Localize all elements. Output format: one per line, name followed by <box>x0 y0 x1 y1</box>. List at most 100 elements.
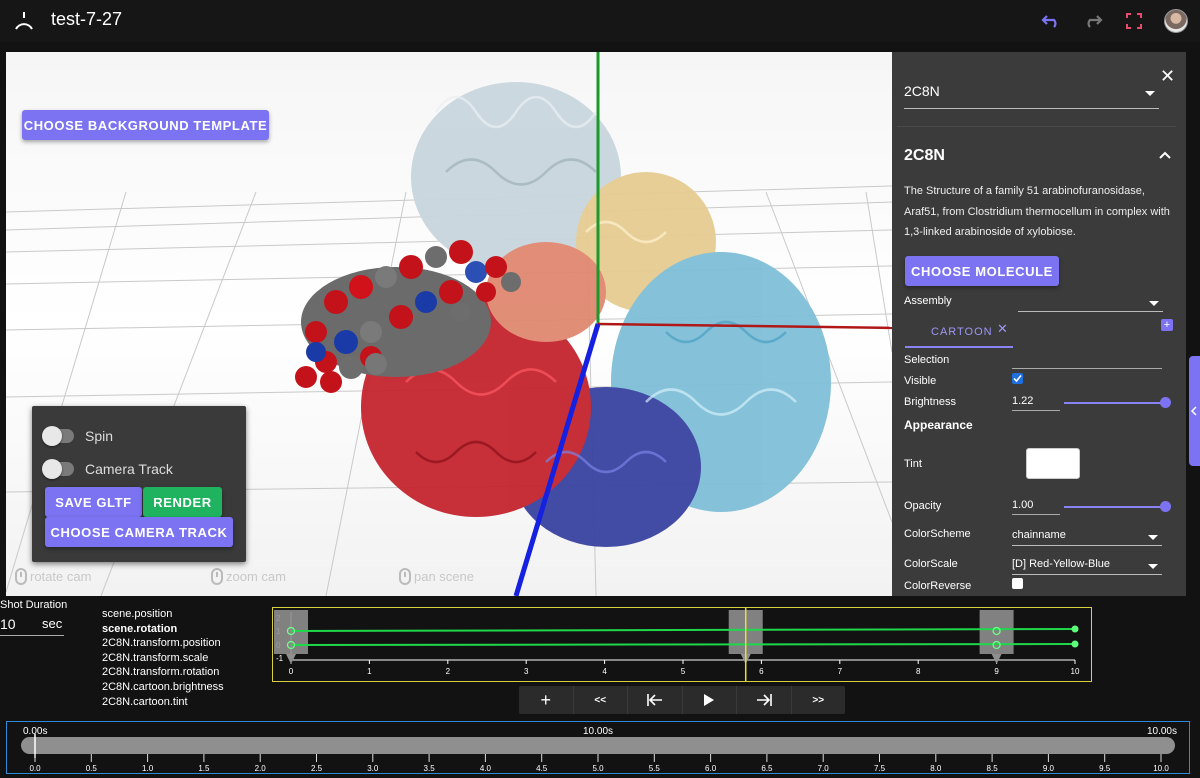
close-icon[interactable]: ✕ <box>1160 66 1175 87</box>
molecule-select-value: 2C8N <box>904 83 940 99</box>
colorscheme-select[interactable]: chainname <box>1012 529 1162 546</box>
skip-to-end-button[interactable] <box>737 686 792 714</box>
assembly-select[interactable] <box>1018 292 1163 312</box>
keyframe-marker-icon[interactable] <box>286 654 296 664</box>
spin-toggle-row[interactable]: Spin <box>42 426 114 446</box>
fullscreen-icon[interactable] <box>1122 9 1146 33</box>
visible-label: Visible <box>904 375 937 387</box>
shot-duration-label: Shot Duration <box>0 599 68 611</box>
track-item[interactable]: 2C8N.cartoon.tint <box>102 695 224 710</box>
track-item[interactable]: 2C8N.transform.rotation <box>102 665 224 680</box>
scrubber-bar[interactable] <box>21 737 1175 754</box>
opacity-input[interactable]: 1.00 <box>1012 499 1060 515</box>
spin-toggle[interactable] <box>42 426 74 446</box>
track-item[interactable]: 2C8N.cartoon.brightness <box>102 680 224 695</box>
mouse-left-icon <box>15 568 27 585</box>
brightness-slider-handle[interactable] <box>1160 397 1171 408</box>
save-gltf-button[interactable]: SAVE GLTF <box>45 487 142 517</box>
shot-duration-input[interactable]: 10 sec <box>0 614 64 636</box>
play-icon <box>704 694 715 706</box>
brightness-label: Brightness <box>904 396 956 408</box>
x-tick-label: 6 <box>759 667 764 676</box>
shot-duration-value: 10 <box>0 616 16 632</box>
x-tick-label: 1 <box>367 667 372 676</box>
track-item-active[interactable]: scene.rotation <box>102 622 224 637</box>
scrubber-ruler[interactable]: 0.00s 10.00s 10.00s 0.0 0.5 1.0 1.5 2.0 2.5 3.0 3.… <box>7 722 1189 773</box>
track-item[interactable]: 2C8N.transform.position <box>102 636 224 651</box>
scrubber-tick-label: 6.0 <box>705 764 717 773</box>
choose-background-template-button[interactable]: CHOOSE BACKGROUND TEMPLATE <box>22 110 269 140</box>
scrubber-tick-label: 0.0 <box>29 764 41 773</box>
keyframe-curve-graph[interactable]: 210-1012345678910 <box>273 608 1091 681</box>
scrubber-tick-label: 5.0 <box>592 764 604 773</box>
scrubber-tick-label: 9.5 <box>1099 764 1111 773</box>
track-item[interactable]: scene.position <box>102 607 224 622</box>
check-icon <box>1013 374 1022 383</box>
appearance-heading: Appearance <box>904 418 973 432</box>
representation-tab-cartoon[interactable]: CARTOON ✕ <box>905 320 1013 348</box>
brightness-input[interactable]: 1.22 <box>1012 395 1060 411</box>
choose-molecule-button[interactable]: CHOOSE MOLECULE <box>905 256 1059 286</box>
chevron-down-icon <box>1148 564 1158 569</box>
add-representation-icon[interactable]: + <box>1161 319 1173 331</box>
y-tick-label: -1 <box>276 654 284 663</box>
brightness-slider-track[interactable] <box>1064 402 1166 404</box>
chevron-up-icon[interactable] <box>1159 151 1171 159</box>
render-button[interactable]: RENDER <box>143 487 222 517</box>
keyframe-editor[interactable]: 210-1012345678910 <box>272 607 1092 682</box>
keyframe-block[interactable] <box>274 610 308 654</box>
logo-icon[interactable] <box>12 9 36 33</box>
visible-checkbox[interactable] <box>1012 373 1023 384</box>
scrubber-tick-label: 4.5 <box>536 764 548 773</box>
opacity-slider-track[interactable] <box>1064 506 1166 508</box>
pan-scene-hint: pan scene <box>399 568 474 585</box>
rotate-cam-label: rotate cam <box>30 569 92 584</box>
timeline-scrubber[interactable]: 0.00s 10.00s 10.00s 0.0 0.5 1.0 1.5 2.0 2.5 3.0 3.… <box>6 721 1190 774</box>
redo-icon[interactable] <box>1081 9 1105 33</box>
keyframe-point[interactable] <box>1071 625 1079 633</box>
keyframe-marker-icon[interactable] <box>991 654 1002 664</box>
rotation-curve-0 <box>290 643 1076 646</box>
tint-color-swatch[interactable] <box>1026 448 1080 479</box>
opacity-slider-handle[interactable] <box>1160 501 1171 512</box>
mouse-wheel-icon <box>211 568 223 585</box>
choose-camera-track-button[interactable]: CHOOSE CAMERA TRACK <box>45 517 233 547</box>
colorreverse-label: ColorReverse <box>904 580 972 592</box>
x-tick-label: 7 <box>838 667 843 676</box>
scrubber-tick-label: 6.5 <box>761 764 773 773</box>
scrubber-tick-label: 3.0 <box>367 764 379 773</box>
molecule-select[interactable]: 2C8N <box>904 83 1159 109</box>
fast-forward-button[interactable]: >> <box>792 686 846 714</box>
mouse-right-icon <box>399 568 411 585</box>
x-tick-label: 4 <box>602 667 607 676</box>
colorscale-select[interactable]: [D] Red-Yellow-Blue <box>1012 558 1162 575</box>
user-avatar[interactable] <box>1164 9 1188 33</box>
colorreverse-checkbox[interactable] <box>1012 578 1023 589</box>
scrubber-end-label: 10.00s <box>1147 726 1177 737</box>
tint-label: Tint <box>904 458 922 470</box>
play-button[interactable] <box>683 686 737 714</box>
rewind-button[interactable]: << <box>574 686 628 714</box>
undo-icon[interactable] <box>1039 9 1063 33</box>
chevron-left-icon <box>1190 406 1197 416</box>
side-panel-collapse-handle[interactable] <box>1189 356 1200 466</box>
scrubber-tick-label: 2.5 <box>311 764 323 773</box>
viewport-controls: Spin Camera Track SAVE GLTF RENDER CHOOS… <box>32 406 246 562</box>
spin-label: Spin <box>85 428 114 444</box>
selection-input[interactable] <box>1012 368 1162 369</box>
x-tick-label: 10 <box>1071 667 1080 676</box>
scrubber-tick-label: 8.5 <box>987 764 999 773</box>
scrubber-tick-label: 8.0 <box>930 764 942 773</box>
scrubber-mid-label: 10.00s <box>583 726 613 737</box>
keyframe-block[interactable] <box>979 610 1014 654</box>
remove-representation-icon[interactable]: ✕ <box>997 321 1008 337</box>
molecule-info-card: 2C8N The Structure of a family 51 arabin… <box>897 126 1176 242</box>
track-item[interactable]: 2C8N.transform.scale <box>102 651 224 666</box>
camera-track-toggle[interactable] <box>42 459 74 479</box>
camera-track-toggle-row[interactable]: Camera Track <box>42 459 173 479</box>
keyframe-point[interactable] <box>1071 640 1079 648</box>
chevron-down-icon <box>1148 535 1158 540</box>
add-keyframe-button[interactable]: + <box>519 686 574 714</box>
colorscale-label: ColorScale <box>904 558 958 570</box>
skip-to-start-button[interactable] <box>628 686 683 714</box>
